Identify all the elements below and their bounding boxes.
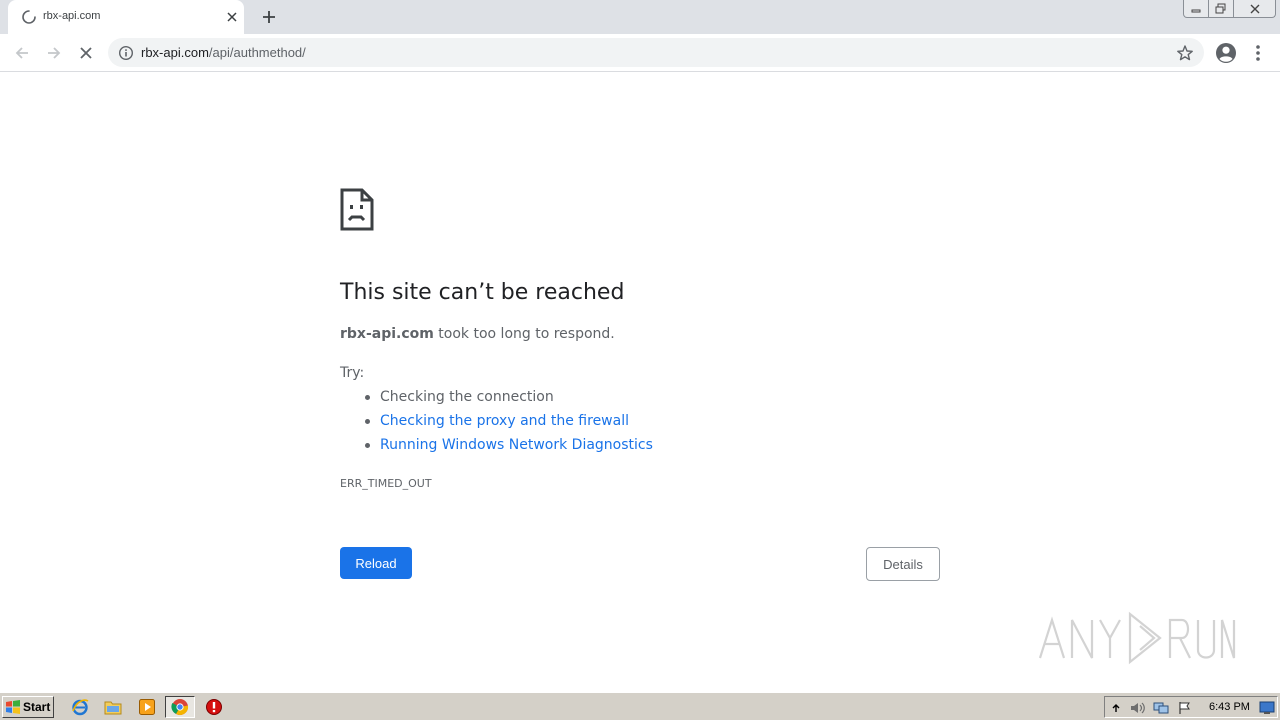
- network-diagnostics-link[interactable]: Running Windows Network Diagnostics: [380, 437, 653, 453]
- ie-icon: [72, 699, 89, 716]
- tab-strip: rbx-api.com: [0, 0, 1280, 34]
- error-host: rbx-api.com: [340, 326, 434, 342]
- tray-expand-button[interactable]: [1108, 700, 1124, 716]
- url-text[interactable]: rbx-api.com/api/authmethod/: [141, 45, 306, 60]
- error-code: ERR_TIMED_OUT: [340, 477, 432, 490]
- back-arrow-icon: [15, 47, 28, 59]
- minimize-icon: [1191, 9, 1201, 12]
- stop-sign-icon: [206, 699, 222, 715]
- taskbar-explorer-button[interactable]: [103, 697, 123, 717]
- taskbar-chrome-button[interactable]: [165, 696, 195, 718]
- show-desktop-button[interactable]: [1259, 700, 1275, 716]
- close-icon: [1250, 4, 1259, 13]
- suggestion-list: Checking the connection Checking the pro…: [362, 388, 653, 460]
- error-heading: This site can’t be reached: [340, 280, 625, 305]
- minimize-button[interactable]: [1183, 0, 1209, 18]
- address-bar[interactable]: rbx-api.com/api/authmethod/: [108, 38, 1204, 67]
- network-icon: [1153, 702, 1169, 714]
- anyrun-watermark-logo: [1038, 611, 1236, 665]
- folder-icon: [104, 701, 122, 715]
- info-icon[interactable]: [118, 45, 134, 61]
- flag-icon: [1179, 702, 1190, 714]
- close-icon: [227, 12, 237, 22]
- url-path: /api/authmethod/: [208, 45, 306, 60]
- loading-spinner-icon: [22, 10, 36, 24]
- chrome-icon: [171, 699, 189, 715]
- plus-icon: [263, 11, 275, 23]
- taskbar-ie-button[interactable]: [70, 697, 90, 717]
- stop-icon: [80, 47, 92, 59]
- sad-page-icon: [340, 188, 374, 231]
- speaker-icon: [1131, 702, 1145, 714]
- new-tab-button[interactable]: [259, 7, 279, 27]
- back-button[interactable]: [10, 41, 34, 65]
- windows-logo-icon: [6, 700, 20, 714]
- start-label: Start: [23, 700, 51, 714]
- start-button[interactable]: Start: [2, 696, 54, 718]
- suggestion-item-proxy-firewall[interactable]: Checking the proxy and the firewall: [362, 412, 653, 436]
- tab-close-button[interactable]: [224, 9, 240, 25]
- windows-taskbar: Start 6:43 PM: [0, 692, 1280, 720]
- tray-action-center-button[interactable]: [1177, 700, 1193, 716]
- browser-toolbar: rbx-api.com/api/authmethod/: [0, 34, 1280, 72]
- taskbar-clock[interactable]: 6:43 PM: [1209, 701, 1250, 713]
- url-host: rbx-api.com: [141, 45, 209, 60]
- reload-button[interactable]: Reload: [340, 547, 412, 579]
- error-summary-text: took too long to respond.: [433, 326, 615, 342]
- browser-tab[interactable]: rbx-api.com: [8, 0, 244, 34]
- forward-button[interactable]: [42, 41, 66, 65]
- forward-arrow-icon: [48, 47, 61, 59]
- window-close-button[interactable]: [1233, 0, 1276, 18]
- system-tray: 6:43 PM: [1104, 696, 1278, 718]
- suggestion-item-network-diagnostics[interactable]: Running Windows Network Diagnostics: [362, 436, 653, 460]
- desktop-icon: [1259, 701, 1275, 714]
- kebab-menu-icon[interactable]: [1250, 42, 1266, 64]
- tray-network-button[interactable]: [1153, 700, 1169, 716]
- restore-icon: [1215, 3, 1226, 14]
- taskbar-stop-button[interactable]: [204, 697, 224, 717]
- tray-volume-button[interactable]: [1129, 700, 1145, 716]
- details-button[interactable]: Details: [866, 547, 940, 581]
- taskbar-media-button[interactable]: [137, 697, 157, 717]
- error-page: This site can’t be reached rbx-api.com t…: [0, 72, 1280, 692]
- chevron-up-icon: [1112, 704, 1120, 712]
- media-player-icon: [139, 699, 155, 715]
- profile-icon[interactable]: [1214, 41, 1238, 65]
- suggestion-item: Checking the connection: [362, 388, 653, 412]
- tab-title: rbx-api.com: [43, 10, 101, 22]
- stop-button[interactable]: [74, 41, 98, 65]
- restore-button[interactable]: [1208, 0, 1234, 18]
- try-label: Try:: [340, 365, 365, 381]
- proxy-firewall-link[interactable]: Checking the proxy and the firewall: [380, 413, 629, 429]
- error-summary: rbx-api.com took too long to respond.: [340, 326, 615, 342]
- star-icon[interactable]: [1176, 44, 1194, 62]
